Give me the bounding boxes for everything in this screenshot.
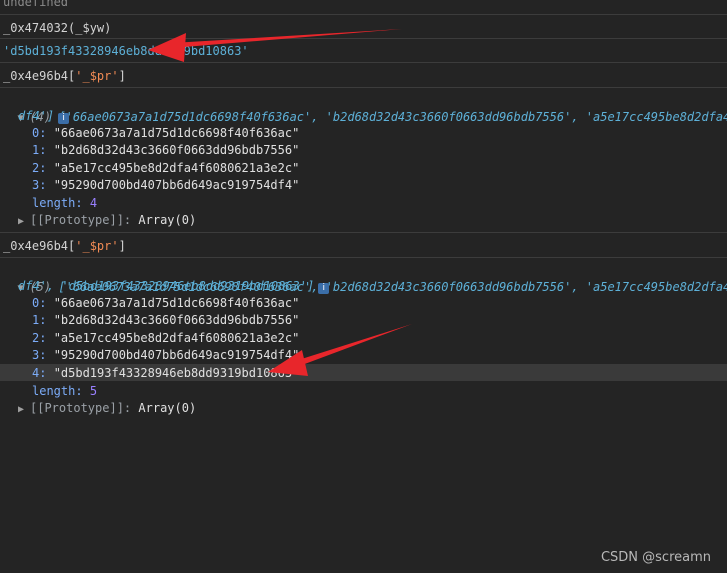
watermark-text: CSDN @screamn xyxy=(600,550,711,565)
annotation-arrows xyxy=(148,29,412,376)
red-arrow-annotation xyxy=(268,324,412,376)
red-arrow-annotation xyxy=(148,29,402,62)
